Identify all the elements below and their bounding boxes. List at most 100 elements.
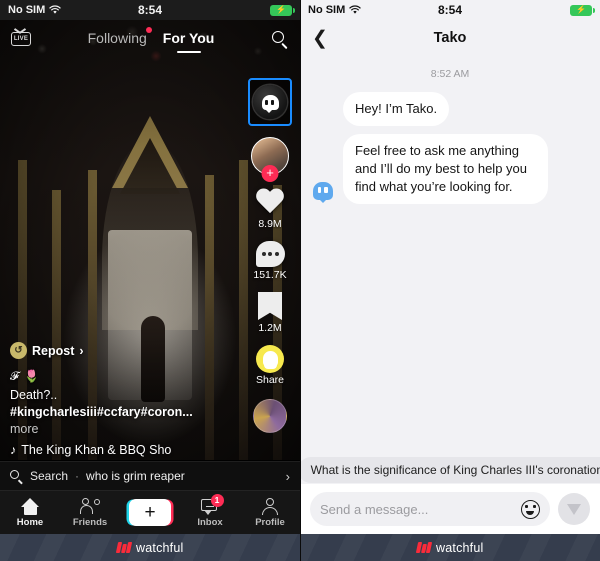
tako-avatar xyxy=(310,178,336,204)
battery-charging-icon: ⚡ xyxy=(570,4,595,16)
music-note-icon: ♪ xyxy=(10,443,17,457)
tako-rail-button[interactable] xyxy=(248,78,292,126)
music-row[interactable]: ♪ The King Khan & BBQ Sho xyxy=(10,443,222,457)
search-label: Search xyxy=(30,469,69,483)
tiktok-feed-panel: No SIM 8:54 ⚡ LIVE Following For You + 8… xyxy=(0,0,300,561)
video-action-rail: + 8.9M 151.7K 1.2M Share xyxy=(244,78,296,433)
tab-for-you[interactable]: For You xyxy=(163,30,215,48)
watchful-brand-label: watchful xyxy=(136,540,184,555)
search-separator: · xyxy=(75,469,80,483)
tako-chat-panel: No SIM 8:54 ⚡ ❮ Tako 8:52 AM Hey! I’m Ta… xyxy=(300,0,600,561)
following-dot-badge xyxy=(145,27,152,33)
sidebar-item-inbox[interactable]: 1 Inbox xyxy=(180,493,240,528)
chat-header: ❮ Tako xyxy=(300,20,600,56)
sidebar-item-friends[interactable]: Friends xyxy=(60,497,120,528)
friends-icon xyxy=(79,497,101,515)
sound-disc-icon[interactable] xyxy=(253,399,287,433)
creator-avatar[interactable]: + xyxy=(251,137,289,182)
chat-message-row: Feel free to ask me anything and I’ll do… xyxy=(310,134,590,204)
send-paperplane-icon xyxy=(567,503,581,515)
comment-icon xyxy=(255,241,285,267)
live-label: LIVE xyxy=(11,32,31,46)
caption-hashtags: #kingcharlesiii#ccfary#coron... xyxy=(10,405,193,419)
panel-divider xyxy=(300,0,301,561)
follow-button[interactable]: + xyxy=(261,165,279,182)
like-count: 8.9M xyxy=(258,218,282,230)
wifi-icon xyxy=(349,5,361,15)
snapchat-icon xyxy=(256,345,284,373)
emoji-smiley-icon[interactable] xyxy=(521,499,540,519)
home-icon xyxy=(20,497,40,515)
save-button[interactable]: 1.2M xyxy=(258,292,282,334)
message-composer: Send a message... xyxy=(300,484,600,534)
status-bar-left: No SIM 8:54 ⚡ xyxy=(0,0,300,20)
tab-inbox-label: Inbox xyxy=(197,516,223,528)
status-carrier-group: No SIM xyxy=(8,4,61,16)
save-count: 1.2M xyxy=(258,322,282,334)
suggested-prompt-chip[interactable]: What is the significance of King Charles… xyxy=(300,457,600,483)
send-button[interactable] xyxy=(558,493,590,525)
like-button[interactable]: 8.9M xyxy=(255,189,285,230)
comment-count: 151.7K xyxy=(253,269,287,281)
status-bar-right: No SIM 8:54 ⚡ xyxy=(300,0,600,20)
status-battery-group: ⚡ xyxy=(570,4,595,16)
message-input-pill[interactable]: Send a message... xyxy=(310,492,550,526)
share-label: Share xyxy=(255,374,285,386)
search-query: who is grim reaper xyxy=(86,469,185,483)
comment-button[interactable]: 151.7K xyxy=(253,241,287,281)
message-input[interactable]: Send a message... xyxy=(320,502,521,517)
repost-icon: ↺ xyxy=(10,342,27,359)
inbox-badge: 1 xyxy=(210,493,224,507)
tab-following-label: Following xyxy=(87,30,147,46)
battery-charging-icon: ⚡ xyxy=(270,4,295,16)
tab-home-label: Home xyxy=(16,516,44,528)
tako-icon xyxy=(253,85,287,119)
repost-chevron-icon: › xyxy=(79,343,84,358)
watchful-logo-icon xyxy=(115,542,132,553)
chat-bubble-incoming: Hey! I’m Tako. xyxy=(343,92,450,126)
music-title: The King Khan & BBQ Sho xyxy=(21,443,172,457)
search-icon xyxy=(10,469,23,485)
watchful-brand-label: watchful xyxy=(436,540,484,555)
dual-phone-screenshot: No SIM 8:54 ⚡ LIVE Following For You + 8… xyxy=(0,0,600,561)
caption-line-1: Death?.. xyxy=(10,388,58,402)
back-chevron-icon[interactable]: ❮ xyxy=(312,29,328,48)
video-caption-overlay: ↺ Repost › 𝓕 🌷 Death?.. #kingcharlesiii#… xyxy=(10,342,222,457)
wifi-icon xyxy=(49,5,61,15)
status-carrier-group: No SIM xyxy=(308,4,361,16)
repost-button[interactable]: ↺ Repost › xyxy=(10,342,222,359)
tab-following[interactable]: Following xyxy=(87,27,152,48)
repost-label: Repost xyxy=(32,343,75,358)
watchful-footer-right: watchful xyxy=(300,534,600,561)
tab-for-you-label: For You xyxy=(162,30,215,46)
status-battery-group: ⚡ xyxy=(270,4,295,16)
live-icon[interactable]: LIVE xyxy=(10,29,32,49)
inbox-icon: 1 xyxy=(200,493,224,515)
tab-friends-label: Friends xyxy=(72,516,108,528)
carrier-label: No SIM xyxy=(308,4,346,16)
tab-profile-label: Profile xyxy=(255,516,285,528)
heart-icon xyxy=(255,189,285,216)
share-button[interactable]: Share xyxy=(256,345,284,386)
watchful-logo-icon xyxy=(415,542,432,553)
watchful-footer-left: watchful xyxy=(0,534,300,561)
search-icon[interactable] xyxy=(270,29,290,50)
caption-hashtags-row[interactable]: #kingcharlesiii#ccfary#coron... more xyxy=(10,404,222,438)
bookmark-icon xyxy=(258,292,282,320)
caption-emoji-row: 𝓕 🌷 xyxy=(10,369,41,383)
page-title: Tako xyxy=(433,30,467,46)
carrier-label: No SIM xyxy=(8,4,46,16)
feed-tabs: Following For You xyxy=(32,27,270,48)
sidebar-item-profile[interactable]: Profile xyxy=(240,497,300,528)
sidebar-item-home[interactable]: Home xyxy=(0,497,60,528)
chat-timestamp: 8:52 AM xyxy=(430,68,470,80)
bottom-tab-bar: Home Friends + 1 Inbox Profile xyxy=(0,490,300,534)
create-plus-icon: + xyxy=(129,499,171,526)
create-button[interactable]: + xyxy=(120,499,180,526)
chat-bubble-incoming: Feel free to ask me anything and I’ll do… xyxy=(343,134,548,204)
suggested-prompt-row: What is the significance of King Charles… xyxy=(300,457,600,483)
search-suggestion-strip[interactable]: Search · who is grim reaper › xyxy=(0,461,300,490)
profile-icon xyxy=(261,497,280,515)
caption-more-link[interactable]: more xyxy=(10,422,38,436)
chat-message-row: Hey! I’m Tako. xyxy=(310,92,590,126)
